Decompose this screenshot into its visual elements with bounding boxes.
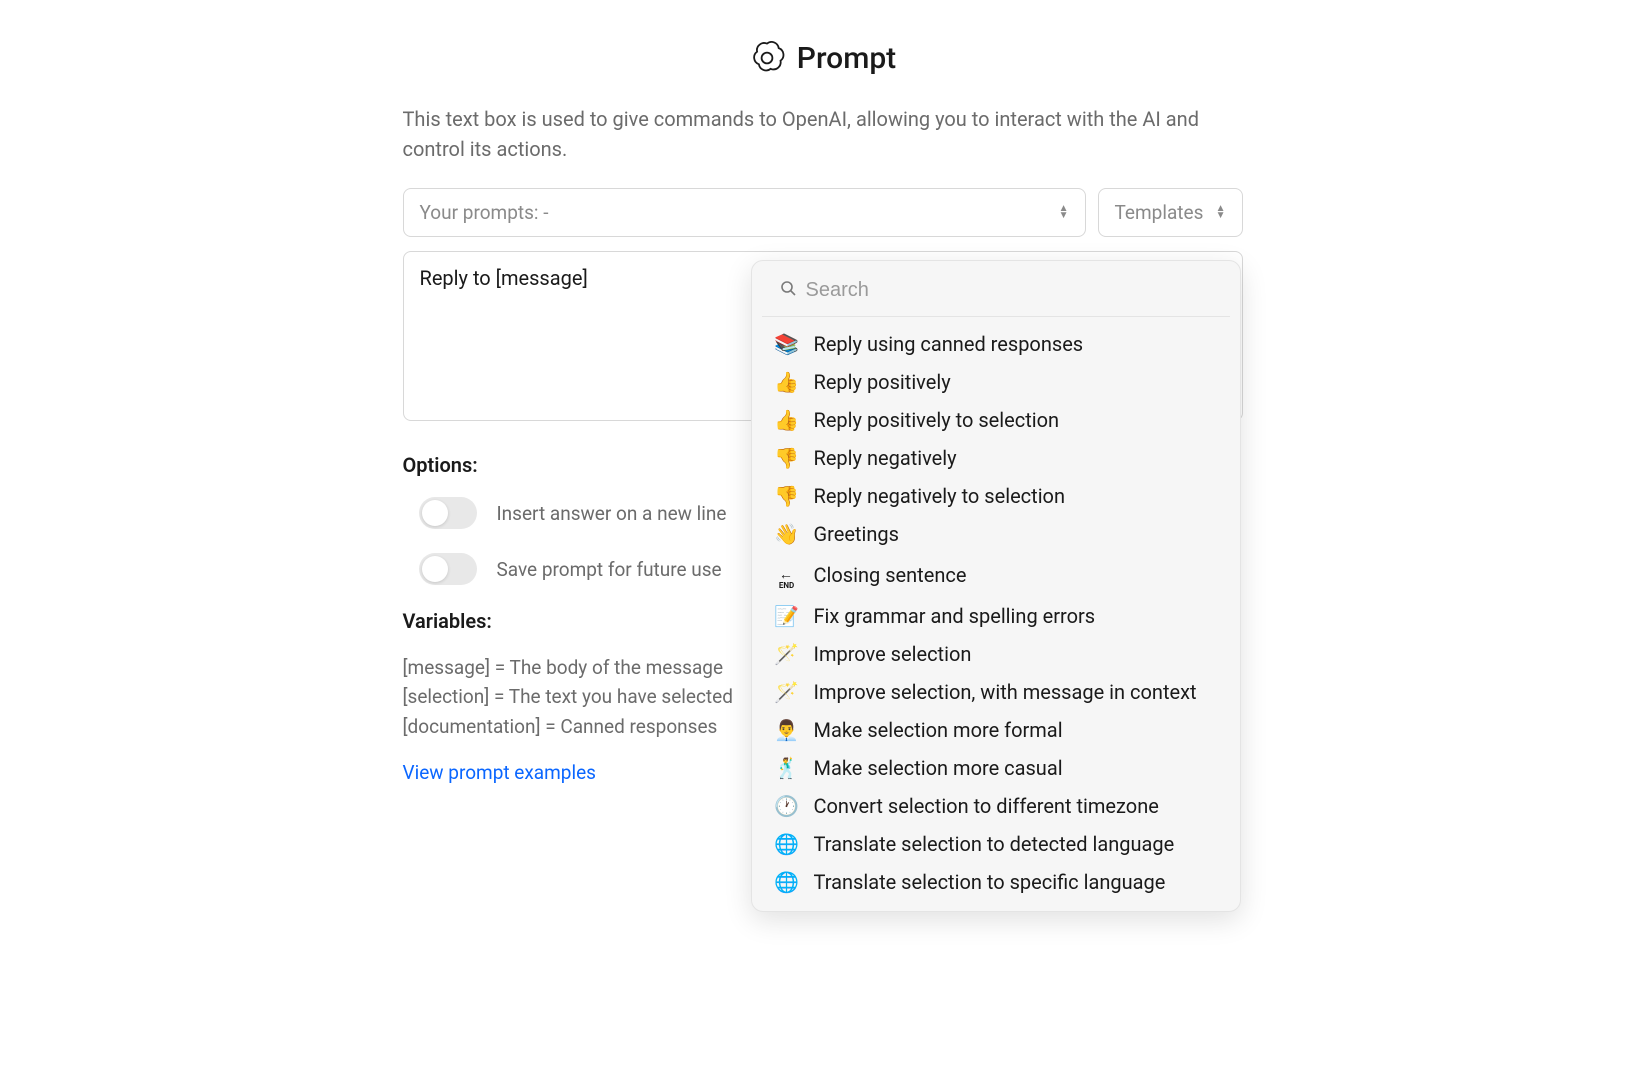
template-item[interactable]: ←END Closing sentence: [752, 553, 1240, 597]
template-emoji-icon: 📚: [774, 332, 800, 356]
template-item-label: Reply using canned responses: [814, 332, 1084, 356]
template-emoji-icon: 👍: [774, 408, 800, 432]
template-item[interactable]: 🕺 Make selection more casual: [752, 749, 1240, 787]
save-prompt-label: Save prompt for future use: [497, 558, 722, 581]
template-item[interactable]: 🪄 Improve selection: [752, 635, 1240, 673]
your-prompts-label: Your prompts: -: [420, 201, 549, 224]
template-item-label: Translate selection to specific language: [814, 870, 1166, 894]
template-item[interactable]: 📝 Fix grammar and spelling errors: [752, 597, 1240, 635]
template-item[interactable]: 👨‍💼 Make selection more formal: [752, 711, 1240, 749]
template-search-row: [762, 273, 1230, 317]
template-item[interactable]: 👎 Reply negatively: [752, 439, 1240, 477]
template-item[interactable]: 👍 Reply positively to selection: [752, 401, 1240, 439]
template-item-label: Reply positively: [814, 370, 951, 394]
template-item-label: Reply negatively: [814, 446, 957, 470]
dialog-title: Prompt: [797, 41, 896, 76]
selectors-row: Your prompts: - ▲▼ Templates ▲▼: [403, 188, 1243, 237]
insert-newline-toggle[interactable]: [419, 497, 477, 529]
template-item-label: Make selection more casual: [814, 756, 1063, 780]
chevron-updown-icon: ▲▼: [1059, 206, 1069, 220]
template-emoji-icon: 🌐: [774, 832, 800, 856]
chevron-updown-icon: ▲▼: [1216, 206, 1226, 220]
template-emoji-icon: 🪄: [774, 642, 800, 666]
template-emoji-icon: 🕐: [774, 794, 800, 818]
search-icon: [780, 280, 796, 301]
template-item[interactable]: 🪄 Improve selection, with message in cont…: [752, 673, 1240, 711]
templates-select[interactable]: Templates ▲▼: [1098, 188, 1243, 237]
template-emoji-icon: 👍: [774, 370, 800, 394]
template-emoji-icon: 🌐: [774, 870, 800, 894]
view-examples-link[interactable]: View prompt examples: [403, 761, 596, 784]
templates-label: Templates: [1115, 201, 1204, 224]
template-item-label: Closing sentence: [814, 563, 967, 587]
template-item-label: Reply positively to selection: [814, 408, 1060, 432]
template-item-label: Fix grammar and spelling errors: [814, 604, 1096, 628]
openai-icon: [749, 40, 785, 76]
templates-dropdown: 📚 Reply using canned responses 👍 Reply posi…: [751, 260, 1241, 912]
template-item-label: Translate selection to detected language: [814, 832, 1175, 856]
prompt-dialog: Prompt This text box is used to give com…: [403, 40, 1243, 872]
template-item[interactable]: 📚 Reply using canned responses: [752, 325, 1240, 363]
template-emoji-icon: 👋: [774, 522, 800, 546]
template-item[interactable]: 👋 Greetings: [752, 515, 1240, 553]
dialog-header: Prompt: [403, 40, 1243, 76]
template-item-label: Convert selection to different timezone: [814, 794, 1159, 818]
insert-newline-label: Insert answer on a new line: [497, 502, 727, 525]
template-item[interactable]: 👎 Reply negatively to selection: [752, 477, 1240, 515]
template-search-input[interactable]: [806, 279, 1212, 302]
template-item-label: Make selection more formal: [814, 718, 1063, 742]
template-item[interactable]: 🌐 Translate selection to specific languag…: [752, 863, 1240, 901]
template-item-label: Improve selection, with message in conte…: [814, 680, 1197, 704]
template-item[interactable]: 🌐 Translate selection to detected languag…: [752, 825, 1240, 863]
template-item[interactable]: 👍 Reply positively: [752, 363, 1240, 401]
your-prompts-select[interactable]: Your prompts: - ▲▼: [403, 188, 1086, 237]
template-emoji-icon: 📝: [774, 604, 800, 628]
template-item[interactable]: 🕐 Convert selection to different timezone: [752, 787, 1240, 825]
template-emoji-icon: 👎: [774, 446, 800, 470]
template-emoji-icon: 👎: [774, 484, 800, 508]
template-list: 📚 Reply using canned responses 👍 Reply posi…: [752, 325, 1240, 901]
template-emoji-icon: ←END: [774, 560, 800, 590]
template-emoji-icon: 🪄: [774, 680, 800, 704]
template-item-label: Greetings: [814, 522, 899, 546]
save-prompt-toggle[interactable]: [419, 553, 477, 585]
template-item-label: Reply negatively to selection: [814, 484, 1066, 508]
template-emoji-icon: 🕺: [774, 756, 800, 780]
toggle-knob: [422, 556, 448, 582]
template-item-label: Improve selection: [814, 642, 972, 666]
dialog-description: This text box is used to give commands t…: [403, 104, 1243, 164]
toggle-knob: [422, 500, 448, 526]
template-emoji-icon: 👨‍💼: [774, 718, 800, 742]
